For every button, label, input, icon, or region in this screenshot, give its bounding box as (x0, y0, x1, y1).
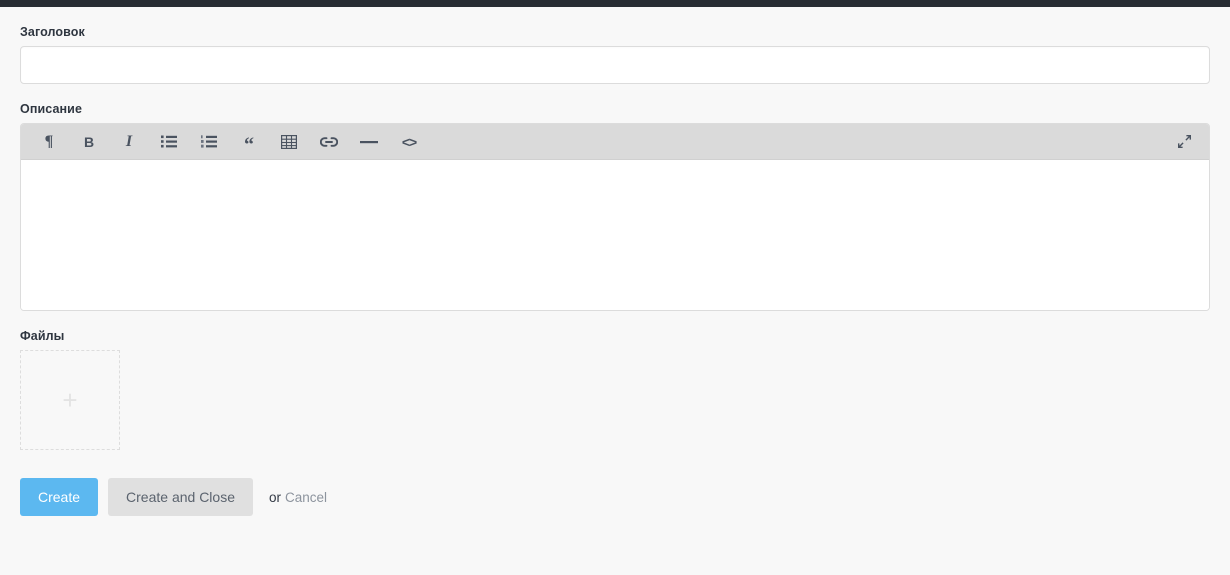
create-button[interactable]: Create (20, 478, 99, 516)
link-icon[interactable] (309, 125, 349, 159)
bold-icon[interactable]: B (69, 125, 109, 159)
or-label: or (268, 489, 281, 505)
file-upload-dropzone[interactable]: + (20, 350, 120, 450)
rich-text-editor: ¶ B I “ <> (20, 123, 1210, 311)
title-field-label: Заголовок (20, 25, 85, 39)
code-glyph: <> (401, 133, 417, 150)
top-dark-bar (0, 0, 1230, 7)
cancel-link[interactable]: Cancel (285, 490, 327, 505)
description-field-label: Описание (20, 102, 82, 116)
files-field-label: Файлы (20, 329, 65, 343)
paragraph-glyph: ¶ (44, 132, 54, 150)
form-actions: Create Create and Close or Cancel (20, 478, 1210, 536)
table-icon[interactable] (269, 125, 309, 159)
paragraph-icon[interactable]: ¶ (29, 125, 69, 159)
description-editor-body[interactable] (21, 160, 1209, 310)
code-icon[interactable]: <> (389, 125, 429, 159)
bulleted-list-icon[interactable] (149, 125, 189, 159)
editor-toolbar: ¶ B I “ <> (21, 124, 1209, 160)
expand-icon[interactable] (1171, 129, 1197, 155)
create-and-close-button[interactable]: Create and Close (108, 478, 253, 516)
plus-icon: + (62, 385, 78, 415)
italic-glyph: I (125, 132, 133, 150)
italic-icon[interactable]: I (109, 125, 149, 159)
blockquote-glyph: “ (244, 133, 254, 156)
horizontal-rule-icon[interactable] (349, 125, 389, 159)
bold-glyph: B (83, 133, 95, 150)
numbered-list-icon[interactable] (189, 125, 229, 159)
create-item-form: Заголовок Описание ¶ B I “ <> Файлы + Cr… (0, 25, 1230, 536)
blockquote-icon[interactable]: “ (229, 125, 269, 159)
title-input[interactable] (20, 46, 1210, 84)
